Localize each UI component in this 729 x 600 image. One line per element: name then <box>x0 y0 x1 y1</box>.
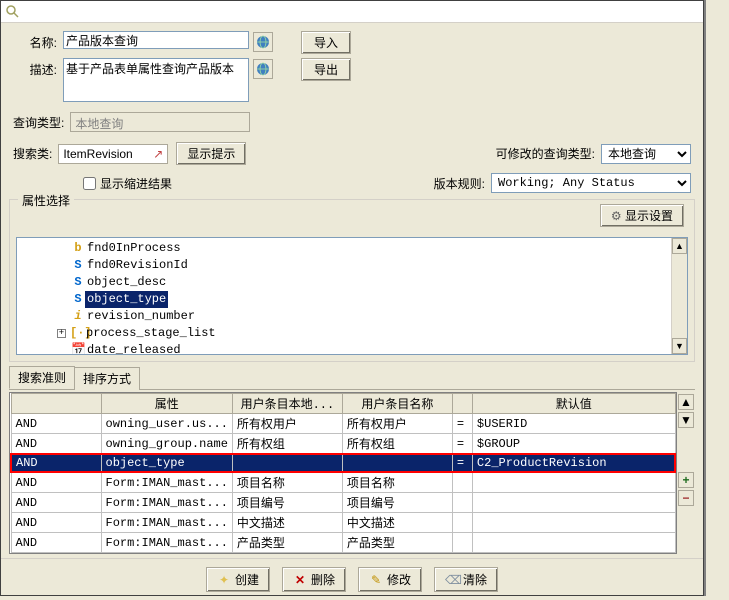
grid-header[interactable]: 用户条目本地... <box>232 394 342 414</box>
attr-select-label: 属性选择 <box>18 192 74 209</box>
pencil-icon: ✎ <box>369 573 383 587</box>
tree-item[interactable]: S object_type <box>21 291 683 308</box>
show-indent-checkbox[interactable] <box>83 177 96 190</box>
grid-header[interactable]: 默认值 <box>472 394 675 414</box>
tree-scrollbar[interactable]: ▲ ▼ <box>671 238 687 354</box>
query-type-label: 查询类型: <box>13 114 70 131</box>
grid-header[interactable] <box>452 394 472 414</box>
criteria-grid[interactable]: 属性 用户条目本地... 用户条目名称 默认值 ANDowning_user.u… <box>9 392 677 554</box>
remove-row-button[interactable]: − <box>678 490 694 506</box>
modify-button[interactable]: ✎修改 <box>358 567 422 592</box>
globe-icon[interactable] <box>253 59 273 79</box>
tab-sort[interactable]: 排序方式 <box>74 367 140 390</box>
grid-header[interactable]: 用户条目名称 <box>342 394 452 414</box>
desc-textarea[interactable] <box>63 58 249 102</box>
search-class-label: 搜索类: <box>13 145 58 162</box>
scroll-up-icon[interactable]: ▲ <box>672 238 687 254</box>
show-indent-label: 显示缩进结果 <box>100 175 172 192</box>
add-row-button[interactable]: + <box>678 472 694 488</box>
import-button[interactable]: 导入 <box>301 31 351 54</box>
table-row[interactable]: ANDowning_user.us...所有权用户所有权用户=$USERID <box>11 414 675 434</box>
tree-item[interactable]: b fnd0InProcess <box>21 240 683 257</box>
table-row[interactable]: ANDForm:IMAN_mast...项目编号项目编号 <box>11 493 675 513</box>
delete-button[interactable]: ✕删除 <box>282 567 346 592</box>
attr-select-section: 属性选择 ⚙ 显示设置 b fnd0InProcessS fnd0Revisio… <box>9 199 695 362</box>
table-row[interactable]: ANDForm:IMAN_mast...产品类型产品类型 <box>11 533 675 553</box>
table-row[interactable]: ANDobject_type=C2_ProductRevision <box>11 454 675 472</box>
minus-icon: − <box>682 491 689 505</box>
tree-item[interactable]: S fnd0RevisionId <box>21 257 683 274</box>
modifiable-type-select[interactable]: 本地查询 <box>601 144 691 164</box>
query-builder-window: 名称: 导入 描述: 导出 查询类型: 本地查询 搜索类: ItemRevisi… <box>0 0 704 596</box>
version-rule-select[interactable]: Working; Any Status <box>491 173 691 193</box>
table-row[interactable]: ANDForm:IMAN_mast...项目名称项目名称 <box>11 472 675 493</box>
top-form: 名称: 导入 描述: 导出 <box>1 23 703 110</box>
grid-header[interactable] <box>11 394 101 414</box>
export-button[interactable]: 导出 <box>301 58 351 81</box>
table-row[interactable]: ANDForm:IMAN_mast...中文描述中文描述 <box>11 513 675 533</box>
create-button[interactable]: ✦创建 <box>206 567 270 592</box>
scroll-down-icon[interactable]: ▼ <box>678 412 694 428</box>
footer-buttons: ✦创建 ✕删除 ✎修改 ⌫清除 <box>1 558 703 600</box>
search-icon <box>5 4 21 20</box>
splitter[interactable] <box>704 0 729 596</box>
version-rule-label: 版本规则: <box>434 175 491 192</box>
grid-header[interactable]: 属性 <box>101 394 232 414</box>
tab-search-rule[interactable]: 搜索准则 <box>9 366 75 389</box>
star-icon: ✦ <box>217 573 231 587</box>
search-class-value: ItemRevision <box>63 147 132 161</box>
tree-item[interactable]: +[·] process_stage_list <box>21 325 683 342</box>
tree-item[interactable]: S object_desc <box>21 274 683 291</box>
search-class-picker[interactable]: ItemRevision ↗ <box>58 144 168 164</box>
grid-side-controls: ▲ ▼ + − <box>677 392 695 554</box>
tabs: 搜索准则 排序方式 <box>9 366 695 390</box>
attribute-tree[interactable]: b fnd0InProcessS fnd0RevisionIdS object_… <box>16 237 688 355</box>
modifiable-type-label: 可修改的查询类型: <box>496 145 601 162</box>
scroll-up-icon[interactable]: ▲ <box>678 394 694 410</box>
clear-button[interactable]: ⌫清除 <box>434 567 498 592</box>
table-row[interactable]: ANDowning_group.name所有权组所有权组=$GROUP <box>11 434 675 455</box>
titlebar <box>1 1 703 23</box>
show-settings-button[interactable]: ⚙ 显示设置 <box>600 204 684 227</box>
tree-item[interactable]: i revision_number <box>21 308 683 325</box>
gear-icon: ⚙ <box>611 209 622 223</box>
desc-label: 描述: <box>13 58 63 78</box>
tree-item[interactable]: 📅 date_released <box>21 342 683 355</box>
show-hint-button[interactable]: 显示提示 <box>176 142 246 165</box>
query-type-field: 本地查询 <box>70 112 250 132</box>
x-icon: ✕ <box>293 573 307 587</box>
picker-icon: ↗ <box>153 147 163 161</box>
name-label: 名称: <box>13 31 63 51</box>
plus-icon: + <box>682 473 689 487</box>
name-input[interactable] <box>63 31 249 49</box>
scroll-down-icon[interactable]: ▼ <box>672 338 687 354</box>
globe-icon[interactable] <box>253 32 273 52</box>
broom-icon: ⌫ <box>445 573 459 587</box>
